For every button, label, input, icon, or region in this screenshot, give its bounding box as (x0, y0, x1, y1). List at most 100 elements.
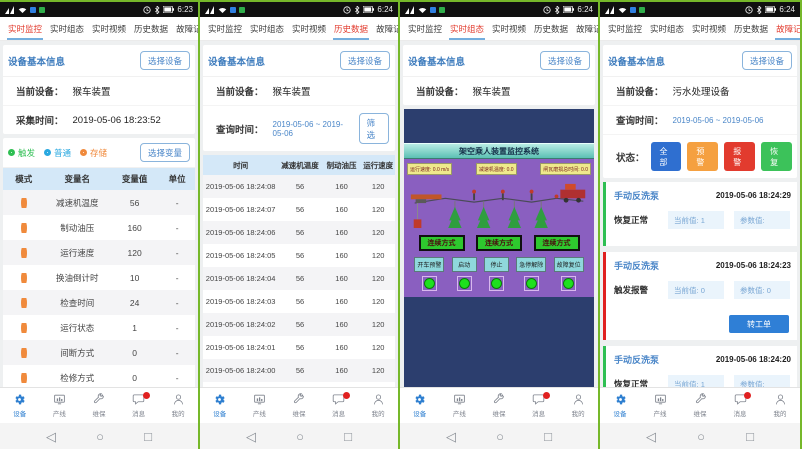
mode-dot-icon (44, 149, 51, 156)
control-button[interactable]: 停止 (484, 257, 509, 272)
table-row: 间断方式 0 - (3, 340, 195, 365)
nav-item-line[interactable]: 产线 (440, 388, 480, 423)
home-icon[interactable]: ○ (697, 430, 705, 443)
indicator-lamp-button[interactable] (489, 276, 504, 291)
unread-badge (543, 392, 550, 399)
create-ticket-button[interactable]: 转工单 (729, 315, 789, 333)
status-filter-chip[interactable]: 恢复 (761, 142, 792, 171)
tab[interactable]: 历史数据 (532, 17, 570, 40)
indicator-lamp-button[interactable] (422, 276, 437, 291)
tab[interactable]: 实时监控 (206, 17, 244, 40)
control-button[interactable]: 故障复位 (554, 257, 584, 272)
wrench-icon (492, 393, 505, 406)
status-filter-row: 状态： 全部预警报警恢复 (603, 135, 797, 178)
status-time: 6:24 (377, 5, 393, 14)
indicator-lamp-button[interactable] (457, 276, 472, 291)
scada-telemetry-labels: 运行速度: 0.0 m/s减速机温度: 0.0闸瓦磨损总时间: 0.0 (407, 163, 591, 175)
tab[interactable]: 实时监控 (606, 17, 644, 40)
home-icon[interactable]: ○ (96, 430, 104, 443)
control-button[interactable]: 急停解除 (516, 257, 546, 272)
nav-item-profile[interactable]: 我的 (158, 388, 198, 423)
nav-item-maintenance[interactable]: 维保 (79, 388, 119, 423)
tab[interactable]: 故障记录 (174, 17, 198, 40)
nav-item-line[interactable]: 产线 (40, 388, 80, 423)
status-filter-chip[interactable]: 预警 (687, 142, 718, 171)
status-filter-chip[interactable]: 全部 (651, 142, 682, 171)
nav-item-messages[interactable]: 消息 (720, 388, 760, 423)
nav-item-device[interactable]: 设备 (400, 388, 440, 423)
signal-icon (5, 6, 15, 14)
person-icon (774, 393, 787, 406)
table-row: 检查时间 24 - (3, 290, 195, 315)
status-filter-chip[interactable]: 报警 (724, 142, 755, 171)
nav-item-device[interactable]: 设备 (200, 388, 240, 423)
home-icon[interactable]: ○ (296, 430, 304, 443)
tab[interactable]: 故障记录 (574, 17, 598, 40)
history-rows: 2019-05-06 18:24:08 56 160 120 2019-05-0… (203, 175, 395, 387)
screen-scada-view: 6:24 实时监控实时组态实时视频历史数据故障记录远程控制 设备基本信息 选择设… (400, 0, 600, 449)
tab[interactable]: 历史数据 (732, 17, 770, 40)
scada-bottom-band (404, 297, 594, 387)
unread-badge (143, 392, 150, 399)
back-icon[interactable]: ◁ (246, 430, 256, 443)
recents-icon[interactable]: □ (544, 430, 552, 443)
android-nav-bar: ◁ ○ □ (600, 423, 800, 449)
tab[interactable]: 实时视频 (90, 17, 128, 40)
nav-item-maintenance[interactable]: 维保 (279, 388, 319, 423)
tab[interactable]: 故障记录 (774, 17, 800, 40)
control-button[interactable]: 开车预警 (414, 257, 444, 272)
tab[interactable]: 故障记录 (374, 17, 398, 40)
indicator-lamp-button[interactable] (561, 276, 576, 291)
nav-item-device[interactable]: 设备 (600, 388, 640, 423)
home-icon[interactable]: ○ (496, 430, 504, 443)
tab[interactable]: 实时视频 (690, 17, 728, 40)
tab[interactable]: 实时组态 (248, 17, 286, 40)
nav-item-maintenance[interactable]: 维保 (680, 388, 720, 423)
recents-icon[interactable]: □ (144, 430, 152, 443)
tab[interactable]: 历史数据 (332, 17, 370, 40)
select-device-button[interactable]: 选择设备 (742, 51, 792, 70)
device-info-card: 设备基本信息 选择设备 当前设备： 猴车装置 采集时间： 2019-05-06 … (3, 45, 195, 134)
table-header: 模式 变量名 变量值 单位 (3, 168, 195, 190)
nav-item-profile[interactable]: 我的 (558, 388, 598, 423)
recents-icon[interactable]: □ (344, 430, 352, 443)
select-device-button[interactable]: 选择设备 (140, 51, 190, 70)
content-area: 设备基本信息 选择设备 当前设备： 猴车装置 架空乘人装置监控系统 运行速度: … (400, 41, 598, 387)
select-device-button[interactable]: 选择设备 (540, 51, 590, 70)
nav-item-messages[interactable]: 消息 (319, 388, 359, 423)
tab[interactable]: 实时组态 (48, 17, 86, 40)
tab[interactable]: 实时组态 (648, 17, 686, 40)
person-icon (572, 393, 585, 406)
nav-item-line[interactable]: 产线 (240, 388, 280, 423)
nav-item-profile[interactable]: 我的 (358, 388, 398, 423)
mode-dot-icon (8, 149, 15, 156)
nav-item-messages[interactable]: 消息 (119, 388, 159, 423)
nav-item-messages[interactable]: 消息 (519, 388, 559, 423)
recents-icon[interactable]: □ (746, 430, 754, 443)
tab[interactable]: 实时视频 (490, 17, 528, 40)
nav-item-device[interactable]: 设备 (0, 388, 40, 423)
telemetry-label: 闸瓦磨损总时间: 0.0 (540, 163, 591, 175)
filter-button[interactable]: 筛选 (359, 113, 389, 144)
back-icon[interactable]: ◁ (446, 430, 456, 443)
query-time-label: 查询时间： (616, 113, 664, 127)
control-group: 故障复位 (554, 257, 584, 291)
tab[interactable]: 实时监控 (6, 17, 44, 40)
scada-body: 运行速度: 0.0 m/s减速机温度: 0.0闸瓦磨损总时间: 0.0 (404, 159, 594, 297)
nav-item-maintenance[interactable]: 维保 (479, 388, 519, 423)
signal-icon (405, 6, 415, 14)
tab[interactable]: 实时组态 (448, 17, 486, 40)
tab[interactable]: 实时监控 (406, 17, 444, 40)
select-device-button[interactable]: 选择设备 (340, 51, 390, 70)
indicator-lamp-button[interactable] (524, 276, 539, 291)
tab[interactable]: 历史数据 (132, 17, 170, 40)
nav-item-line[interactable]: 产线 (640, 388, 680, 423)
nav-item-profile[interactable]: 我的 (760, 388, 800, 423)
mode-dot-icon (21, 223, 27, 233)
back-icon[interactable]: ◁ (646, 430, 656, 443)
select-variable-button[interactable]: 选择变量 (140, 143, 190, 162)
back-icon[interactable]: ◁ (46, 430, 56, 443)
control-button[interactable]: 启动 (452, 257, 477, 272)
alarm-status: 恢复正常 (614, 214, 658, 226)
tab[interactable]: 实时视频 (290, 17, 328, 40)
